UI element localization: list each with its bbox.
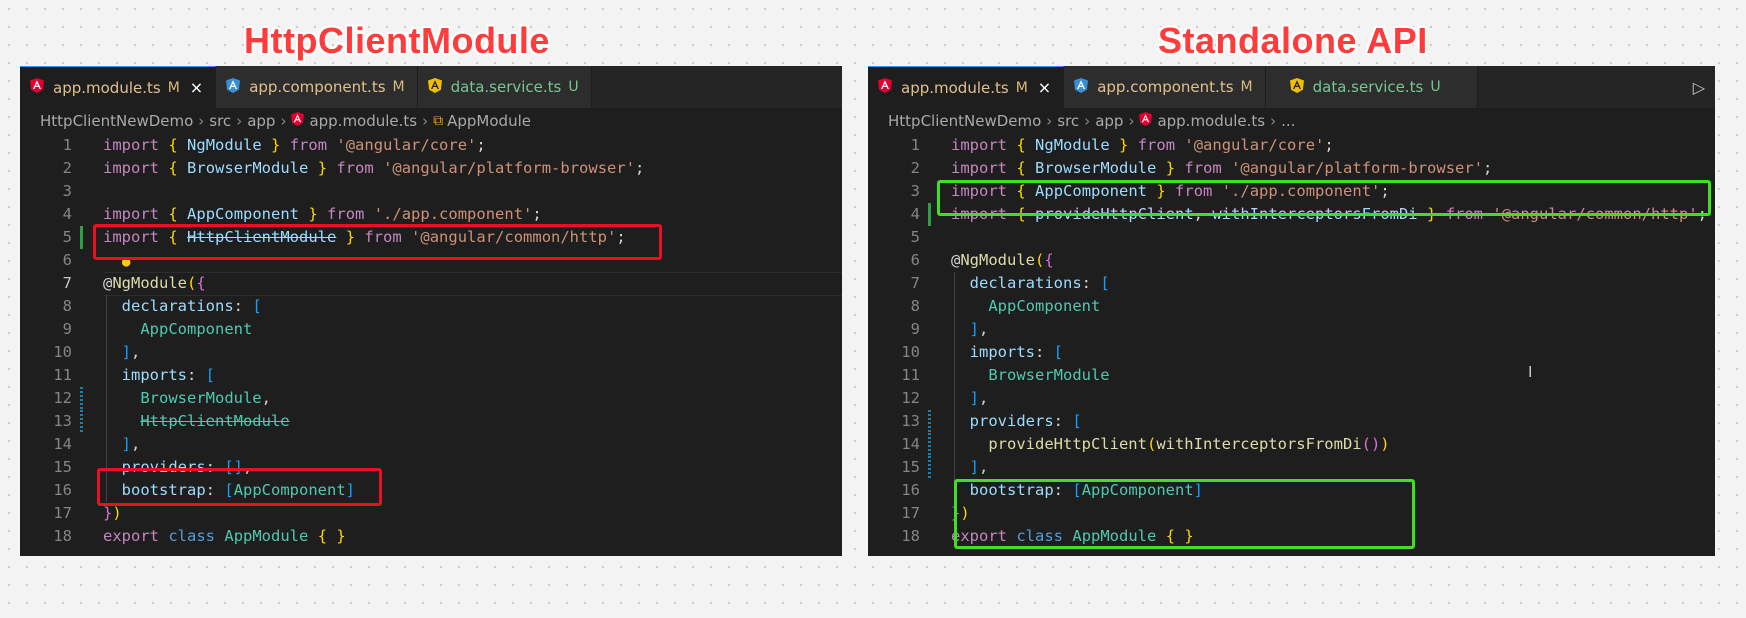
chevron-right-icon: › bbox=[1128, 112, 1135, 130]
code-line: 18 export class AppModule { } bbox=[53, 527, 346, 545]
tab-bar: app.module.ts M × app.component.ts M dat… bbox=[868, 66, 1715, 108]
close-icon[interactable]: × bbox=[1038, 78, 1051, 97]
lightbulb-icon[interactable]: ● bbox=[122, 251, 130, 274]
chevron-right-icon: › bbox=[280, 112, 287, 130]
code-line: 13 providers: [ bbox=[868, 410, 1715, 433]
code-line: 2 import { BrowserModule } from '@angular… bbox=[62, 159, 645, 177]
code-line: 12 BrowserModule, bbox=[20, 387, 842, 410]
chevron-right-icon: › bbox=[236, 112, 243, 130]
tab-label: app.module.ts bbox=[53, 78, 161, 97]
breadcrumb-project[interactable]: HttpClientNewDemo bbox=[40, 112, 193, 130]
text-cursor-icon: I bbox=[1528, 364, 1533, 381]
tab-bar: app.module.ts M × app.component.ts M dat… bbox=[20, 66, 842, 108]
modified-badge: M bbox=[167, 79, 180, 96]
angular-icon bbox=[226, 77, 241, 97]
breadcrumb-symbol[interactable]: AppModule bbox=[447, 112, 531, 130]
code-line: 10 imports: [ bbox=[868, 341, 1715, 364]
untracked-badge: U bbox=[1430, 79, 1441, 95]
code-line: 6 @NgModule({ bbox=[910, 251, 1054, 269]
code-line: 13 HttpClientModule bbox=[20, 410, 842, 433]
code-line: 4 import { provideHttpClient, withInterce… bbox=[868, 203, 1715, 226]
chevron-right-icon: › bbox=[1270, 112, 1277, 130]
code-line: 7 @NgModule({ bbox=[20, 272, 842, 296]
code-line: 11 BrowserModule bbox=[868, 364, 1715, 387]
angular-icon bbox=[878, 78, 892, 97]
tab-data-service[interactable]: data.service.ts U bbox=[417, 66, 592, 108]
angular-icon bbox=[30, 78, 44, 97]
breadcrumb-app[interactable]: app bbox=[1095, 112, 1123, 130]
untracked-badge: U bbox=[568, 79, 579, 95]
run-icon[interactable]: ▷ bbox=[1693, 78, 1705, 98]
code-line: 10 ], bbox=[20, 341, 842, 364]
angular-icon bbox=[1074, 77, 1089, 97]
code-line: 15 providers: [], bbox=[20, 456, 842, 479]
code-line: 14 provideHttpClient(withInterceptorsFro… bbox=[868, 433, 1715, 456]
code-line: 5 import { HttpClientModule } from '@angu… bbox=[20, 226, 842, 249]
code-line: 11 imports: [ bbox=[20, 364, 842, 387]
modified-badge: M bbox=[392, 79, 405, 95]
code-line: 6 ● bbox=[20, 249, 842, 272]
code-line: 3 import { AppComponent } from './app.com… bbox=[910, 182, 1390, 200]
tab-app-module[interactable]: app.module.ts M × bbox=[868, 66, 1065, 108]
code-line: 16 bootstrap: [AppComponent] bbox=[868, 479, 1715, 502]
tab-label: data.service.ts bbox=[1312, 78, 1424, 96]
breadcrumb-app[interactable]: app bbox=[247, 112, 275, 130]
breadcrumb: HttpClientNewDemo › src › app › app.modu… bbox=[20, 108, 842, 134]
editor-left: app.module.ts M × app.component.ts M dat… bbox=[20, 66, 842, 556]
code-line: 1 import { NgModule } from '@angular/core… bbox=[910, 136, 1334, 154]
code-line: 9 AppComponent bbox=[20, 318, 842, 341]
breadcrumb-more[interactable]: ... bbox=[1281, 112, 1295, 130]
code-line: 16 bootstrap: [AppComponent] bbox=[20, 479, 842, 502]
breadcrumb: HttpClientNewDemo › src › app › app.modu… bbox=[868, 108, 1715, 134]
chevron-right-icon: › bbox=[422, 112, 429, 130]
title-httpclientmodule: HttpClientModule bbox=[244, 20, 550, 61]
code-line: 14 ], bbox=[20, 433, 842, 456]
modified-badge: M bbox=[1240, 79, 1253, 95]
modified-badge: M bbox=[1015, 79, 1028, 96]
code-line: 5 bbox=[910, 228, 920, 246]
breadcrumb-src[interactable]: src bbox=[209, 112, 231, 130]
code-line: 3 bbox=[62, 182, 72, 200]
angular-icon bbox=[291, 112, 305, 130]
tab-app-module[interactable]: app.module.ts M × bbox=[20, 66, 217, 108]
tab-data-service[interactable]: data.service.ts U bbox=[1265, 66, 1478, 108]
code-line: 9 ], bbox=[868, 318, 1715, 341]
code-line: 12 ], bbox=[868, 387, 1715, 410]
tab-label: app.component.ts bbox=[1097, 78, 1234, 96]
code-line: 4 import { AppComponent } from './app.com… bbox=[62, 205, 542, 223]
tab-label: app.module.ts bbox=[901, 78, 1009, 97]
breadcrumb-file[interactable]: app.module.ts bbox=[309, 112, 417, 130]
angular-icon bbox=[1289, 77, 1304, 97]
code-line: 15 ], bbox=[868, 456, 1715, 479]
code-line: 17}) bbox=[53, 504, 122, 522]
code-line: 18 export class AppModule { } bbox=[901, 527, 1194, 545]
code-line: 7 declarations: [ bbox=[868, 272, 1715, 295]
breadcrumb-project[interactable]: HttpClientNewDemo bbox=[888, 112, 1041, 130]
chevron-right-icon: › bbox=[1084, 112, 1091, 130]
tab-label: data.service.ts bbox=[450, 78, 562, 96]
close-icon[interactable]: × bbox=[190, 78, 203, 97]
tab-app-component[interactable]: app.component.ts M bbox=[216, 66, 418, 108]
code-line: 1 import { NgModule } from '@angular/core… bbox=[62, 136, 486, 154]
angular-icon bbox=[427, 77, 442, 97]
code-line: 17}) bbox=[901, 504, 970, 522]
chevron-right-icon: › bbox=[1046, 112, 1053, 130]
code-line: 8 AppComponent bbox=[868, 295, 1715, 318]
code-area[interactable]: 1 import { NgModule } from '@angular/core… bbox=[20, 134, 842, 548]
title-standalone-api: Standalone API bbox=[1158, 20, 1428, 61]
code-line: 8 declarations: [ bbox=[20, 295, 842, 318]
angular-icon bbox=[1139, 112, 1153, 130]
chevron-right-icon: › bbox=[198, 112, 205, 130]
tab-app-component[interactable]: app.component.ts M bbox=[1064, 66, 1266, 108]
editor-right: app.module.ts M × app.component.ts M dat… bbox=[868, 66, 1715, 556]
tab-label: app.component.ts bbox=[249, 78, 386, 96]
code-line: 2 import { BrowserModule } from '@angular… bbox=[910, 159, 1493, 177]
code-area[interactable]: 1 import { NgModule } from '@angular/core… bbox=[868, 134, 1715, 549]
breadcrumb-src[interactable]: src bbox=[1057, 112, 1079, 130]
breadcrumb-file[interactable]: app.module.ts bbox=[1157, 112, 1265, 130]
symbol-class-icon: ⧉ bbox=[433, 113, 444, 129]
